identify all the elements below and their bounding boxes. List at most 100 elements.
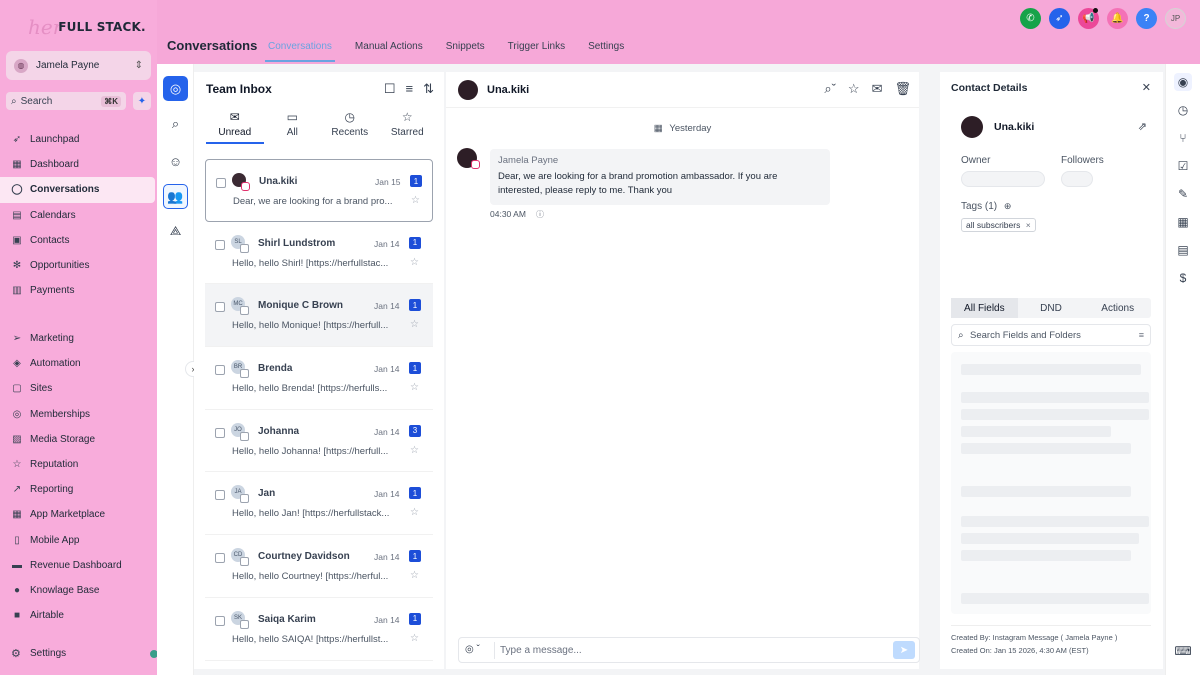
keyboard-rail-button[interactable]: ⌨ (1174, 642, 1192, 660)
conversation-item[interactable]: SK Saiqa Karim Jan 14 1 Hello, hello SAIQA! … (205, 598, 433, 661)
history-rail-button[interactable]: ◷ (1174, 101, 1192, 119)
close-icon[interactable]: ✕ (1142, 81, 1151, 94)
conversation-checkbox[interactable] (215, 239, 225, 250)
star-icon[interactable]: ☆ (411, 195, 420, 206)
account-switcher[interactable]: ◍ Jamela Payne ⇕ (6, 51, 151, 80)
conversation-checkbox[interactable] (215, 365, 225, 376)
filter-tab-unread[interactable]: ✉ Unread (206, 110, 264, 144)
sidebar-item-memberships[interactable]: ◎ Memberships (0, 402, 157, 427)
filter-icon[interactable]: ≡ (1139, 330, 1144, 340)
contact-rail-button[interactable]: ◉ (1174, 73, 1192, 91)
sidebar-item-reputation[interactable]: ☆ Reputation (0, 452, 157, 477)
tab-manual-actions[interactable]: Manual Actions (352, 40, 426, 62)
star-icon[interactable]: ☆ (410, 319, 419, 330)
message-input[interactable] (500, 642, 880, 659)
filter-icon[interactable]: ≡ (406, 81, 414, 97)
conversation-item[interactable]: MC Monique C Brown Jan 14 1 Hello, hello Mon… (205, 284, 433, 348)
send-button[interactable]: ➤ (893, 641, 915, 659)
sort-icon[interactable]: ⇅ (423, 81, 434, 97)
trash-icon[interactable]: 🗑 (894, 81, 911, 97)
filter-tab-starred[interactable]: ☆ Starred (379, 110, 437, 144)
star-icon[interactable]: ☆ (410, 633, 419, 644)
star-icon[interactable]: ☆ (410, 382, 419, 393)
conversation-checkbox[interactable] (215, 553, 225, 564)
tab-trigger-links[interactable]: Trigger Links (505, 40, 568, 62)
tab-settings[interactable]: Settings (585, 40, 627, 62)
star-icon[interactable]: ☆ (410, 445, 419, 456)
sidebar-item-calendars[interactable]: ▤ Calendars (0, 203, 157, 228)
contact-tab-all-fields[interactable]: All Fields (951, 298, 1018, 318)
conversation-item[interactable]: SL Shirl Lundstrom Jan 14 1 Hello, hello Shi… (205, 222, 433, 285)
tasks-rail-button[interactable]: ☑ (1174, 157, 1192, 175)
add-tag-icon[interactable]: ⊕ (1004, 201, 1012, 211)
sidebar-item-reporting[interactable]: ↗ Reporting (0, 477, 157, 502)
filter-tab-recents[interactable]: ◷ Recents (321, 110, 379, 144)
sidebar-item-conversations[interactable]: ◯ Conversations (0, 177, 155, 203)
conversation-item[interactable]: CD Courtney Davidson Jan 14 1 Hello, hello C… (205, 535, 433, 598)
sidebar-item-airtable[interactable]: ■ Airtable (0, 603, 157, 628)
sidebar-item-media-storage[interactable]: ▨ Media Storage (0, 427, 157, 452)
conversation-item[interactable]: JA Jan Jan 14 1 Hello, hello Jan! [https://h… (205, 472, 433, 536)
my-inbox-rail-button[interactable]: ☺ (163, 149, 188, 174)
documents-rail-button[interactable]: ▤ (1174, 241, 1192, 259)
workflow-rail-button[interactable]: ⑂ (1174, 129, 1192, 147)
sidebar-item-settings[interactable]: ⚙ Settings (0, 643, 157, 663)
conversation-checkbox[interactable] (215, 427, 225, 438)
notifications-button[interactable]: 🔔 (1107, 8, 1128, 29)
logo[interactable]: her FULL STACK. (28, 14, 146, 40)
sidebar-item-app-marketplace[interactable]: ▦ App Marketplace (0, 502, 157, 527)
search-button[interactable]: ⌕ Search ⌘K (6, 92, 126, 110)
sidebar-item-payments[interactable]: ▥ Payments (0, 278, 157, 303)
sidebar-item-mobile-app[interactable]: ▯ Mobile App (0, 528, 157, 553)
quick-action-button[interactable]: ➶ (1049, 8, 1070, 29)
channel-selector[interactable]: ◎ ˇ (465, 644, 480, 655)
star-icon[interactable]: ☆ (410, 507, 419, 518)
sidebar-item-knowlage-base[interactable]: ● Knowlage Base (0, 578, 157, 603)
conversation-checkbox[interactable] (215, 490, 225, 501)
sidebar-item-opportunities[interactable]: ✻ Opportunities (0, 253, 157, 278)
search-rail-button[interactable]: ⌕ (163, 111, 188, 136)
star-icon[interactable]: ☆ (410, 570, 419, 581)
notes-rail-button[interactable]: ✎ (1174, 185, 1192, 203)
external-link-icon[interactable]: ⇗ (1138, 120, 1147, 133)
info-icon[interactable]: ⓘ (536, 209, 544, 220)
sidebar-item-marketing[interactable]: ➢ Marketing (0, 326, 157, 351)
user-avatar[interactable]: JP (1165, 8, 1186, 29)
filter-tab-all[interactable]: ▭ All (264, 110, 322, 144)
tag-chip[interactable]: all subscribers × (961, 218, 1036, 232)
appointments-rail-button[interactable]: ▦ (1174, 213, 1192, 231)
payments-rail-button[interactable]: $ (1174, 269, 1192, 287)
followers-select[interactable] (1061, 171, 1093, 187)
ai-sparkle-button[interactable]: ✦ (133, 92, 151, 110)
assign-icon[interactable]: ⌕ˇ (824, 81, 836, 97)
contact-tab-dnd[interactable]: DND (1018, 298, 1085, 318)
phone-button[interactable]: ✆ (1020, 8, 1041, 29)
tab-conversations[interactable]: Conversations (265, 40, 335, 62)
sidebar-item-sites[interactable]: ▢ Sites (0, 376, 157, 401)
star-icon[interactable]: ☆ (410, 257, 419, 268)
star-icon[interactable]: ☆ (848, 81, 860, 97)
remove-tag-icon[interactable]: × (1026, 220, 1031, 230)
sidebar-item-dashboard[interactable]: ▦ Dashboard (0, 152, 157, 177)
owner-select[interactable] (961, 171, 1045, 187)
fields-search-input[interactable] (970, 328, 1130, 343)
sidebar-item-revenue-dashboard[interactable]: ▬ Revenue Dashboard (0, 553, 157, 578)
mark-read-icon[interactable]: ✉ (872, 81, 883, 97)
contact-tab-actions[interactable]: Actions (1084, 298, 1151, 318)
sidebar-item-contacts[interactable]: ▣ Contacts (0, 228, 157, 253)
tab-snippets[interactable]: Snippets (443, 40, 488, 62)
conversation-checkbox[interactable] (215, 302, 225, 313)
select-all-checkbox-icon[interactable]: ☐ (384, 81, 396, 97)
team-inbox-rail-button[interactable]: 👥 (163, 184, 188, 209)
sidebar-item-launchpad[interactable]: ➶ Launchpad (0, 127, 157, 152)
announcements-button[interactable]: 📢 (1078, 8, 1099, 29)
conversations-rail-button[interactable]: ◎ (163, 76, 188, 101)
help-button[interactable]: ? (1136, 8, 1157, 29)
sidebar-item-automation[interactable]: ◈ Automation (0, 351, 157, 376)
conversation-item[interactable]: JO Johanna Jan 14 3 Hello, hello Johanna! [h… (205, 410, 433, 473)
channels-rail-button[interactable]: ⟁ (163, 218, 188, 243)
conversation-checkbox[interactable] (215, 615, 225, 626)
conversation-checkbox[interactable] (216, 178, 226, 188)
conversation-item[interactable]: Una.kiki Jan 15 1 Dear, we are looking for … (205, 159, 433, 222)
conversation-item[interactable]: BR Brenda Jan 14 1 Hello, hello Brenda! [htt… (205, 347, 433, 410)
